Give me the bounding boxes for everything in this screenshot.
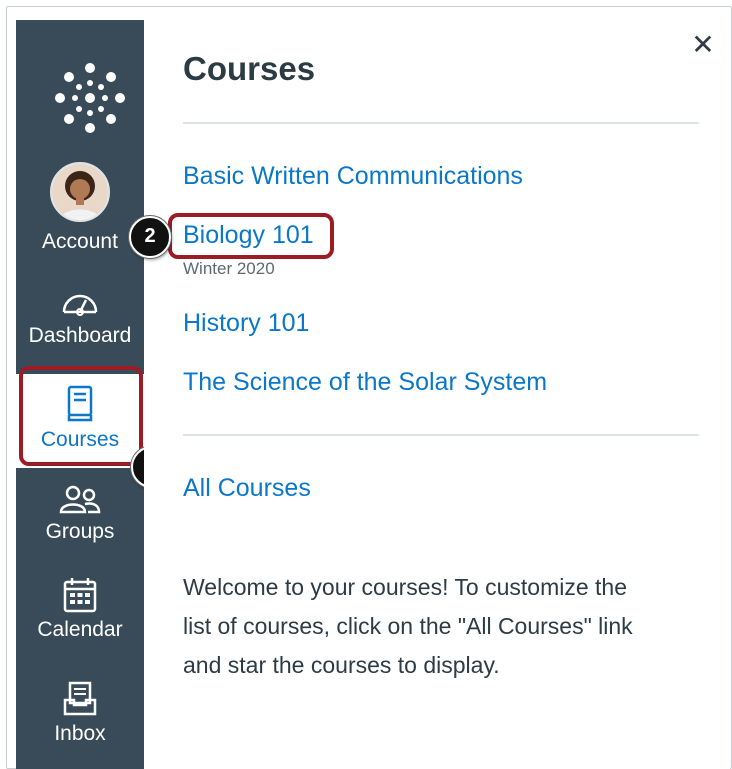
inbox-icon [63, 681, 97, 716]
divider [183, 122, 699, 124]
close-icon[interactable]: ✕ [690, 31, 716, 59]
nav-item-label: Dashboard [28, 324, 132, 347]
all-courses-link[interactable]: All Courses [183, 474, 311, 503]
course-link-history-101[interactable]: History 101 [183, 309, 309, 338]
nav-item-inbox[interactable]: Inbox [16, 680, 144, 746]
nav-item-account[interactable]: Account [16, 162, 144, 254]
nav-item-groups[interactable]: Groups [16, 484, 144, 544]
nav-item-label: Account [42, 230, 118, 253]
calendar-icon [63, 578, 97, 613]
nav-item-label: Groups [45, 520, 115, 543]
avatar [50, 162, 110, 222]
dashboard-icon [62, 294, 98, 316]
course-link-basic-written-communications[interactable]: Basic Written Communications [183, 162, 523, 191]
groups-icon [59, 485, 101, 514]
callout-badge-2: 2 [129, 216, 171, 258]
course-term: Winter 2020 [183, 259, 275, 278]
welcome-line: list of courses, click on the "All Cours… [183, 613, 633, 639]
course-link-science-solar-system[interactable]: The Science of the Solar System [183, 368, 547, 397]
nav-item-calendar[interactable]: Calendar [16, 576, 144, 642]
welcome-line: and star the courses to display. [183, 652, 500, 678]
nav-item-label: Inbox [54, 722, 106, 745]
tray-title: Courses [183, 50, 316, 87]
nav-item-label: Calendar [37, 618, 123, 641]
canvas-logo-icon[interactable] [52, 60, 128, 136]
user-avatar-icon [52, 164, 108, 220]
biology-highlight-box [168, 213, 334, 259]
welcome-message: Welcome to your courses! To customize th… [183, 568, 703, 685]
divider [183, 434, 699, 436]
welcome-line: Welcome to your courses! To customize th… [183, 574, 628, 600]
nav-item-dashboard[interactable]: Dashboard [16, 286, 144, 348]
courses-highlight-box [19, 366, 143, 466]
